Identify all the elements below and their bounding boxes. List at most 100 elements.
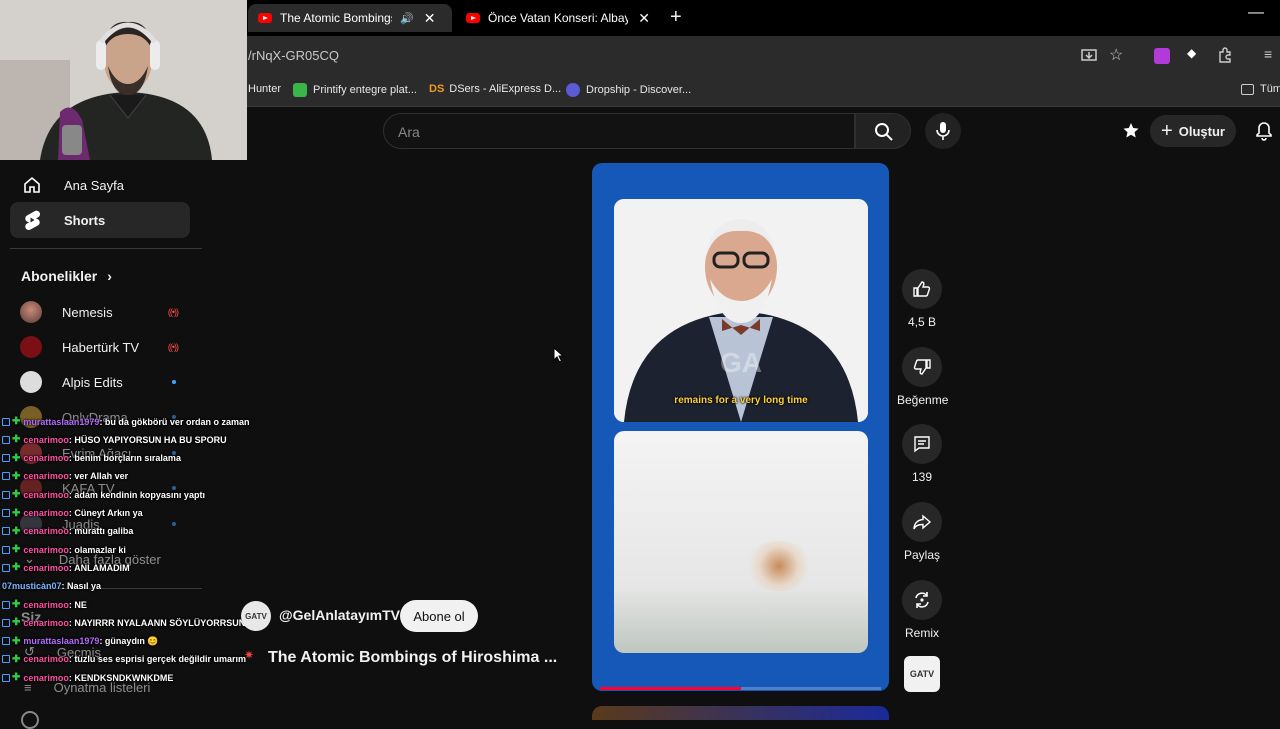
chat-text: : bu da gökbörü ver ordan o zaman [99,416,250,427]
voice-search-button[interactable] [925,113,961,149]
folder-icon [1241,83,1254,95]
audio-source-thumbnail[interactable]: GATV [904,656,940,692]
bookmark-label: Tüm [1260,83,1280,95]
speaker-video-image [614,199,868,422]
dislike-button[interactable]: Beğenme [897,347,948,407]
video-progress-track[interactable] [600,687,881,690]
chat-username: cenarimoo [23,544,69,555]
badge-icon [2,417,10,426]
microphone-icon [936,122,950,140]
plus-icon: + [1161,119,1173,142]
create-label: Oluştur [1178,123,1225,139]
bookmark-label: Dropship - Discover... [586,84,692,96]
sidebar-item-home[interactable]: Ana Sayfa [10,167,190,203]
plus-badge-icon: ✚ [12,544,21,556]
search-icon [875,123,893,141]
subscribe-button[interactable]: Abone ol [400,600,478,632]
channel-name[interactable]: @GelAnlatayımTV [279,607,400,623]
badge-icon [2,509,10,517]
sidebar-item-shorts[interactable]: Shorts [10,202,190,238]
live-indicator-icon: ((•)) [167,342,179,352]
chat-text: : benim borçların sıralama [68,453,181,464]
subscription-alpis-edits[interactable]: Alpis Edits [10,365,190,399]
bookmark-label: Printify entegre plat... [313,84,417,96]
share-button[interactable]: Paylaş [901,502,943,562]
chat-text: : günaydın 😊 [99,635,159,646]
bookmark-label: Hunter [248,83,282,95]
shorts-icon [20,209,44,231]
chat-username: cenarimoo [23,562,69,573]
chat-text: : olamazlar ki [68,544,126,555]
chat-text: : ver Allah ver [68,471,129,482]
plus-badge-icon: ✚ [12,525,21,537]
live-indicator-icon: ((•)) [167,307,179,317]
search-input[interactable]: Ara [383,113,855,149]
chat-message: ✚ cenarimoo : ver Allah ver [2,471,128,482]
mouse-cursor-icon [553,347,565,363]
close-tab-icon[interactable]: ✕ [638,10,650,27]
minimize-icon[interactable]: — [1248,4,1264,22]
badge-icon [2,655,10,664]
printify-icon [293,83,307,97]
streamer-webcam-image [0,0,247,160]
chat-message: ✚ cenarimoo : HÜSO YAPIYORSUN HA BU SPORU [2,434,227,445]
avatar [20,371,42,393]
short-video-player[interactable]: GA remains for a very long time [592,163,889,691]
shorts-create-icon[interactable] [1121,121,1141,141]
remix-button[interactable]: Remix [901,580,943,640]
subscription-label: Nemesis [62,304,113,320]
speaker-icon[interactable]: 🔊 [400,12,414,25]
video-title[interactable]: The Atomic Bombings of Hiroshima ... [268,649,557,667]
comments-button[interactable]: 139 [901,424,943,484]
subscriptions-header[interactable]: Abonelikler › [21,268,112,284]
tab-once-vatan[interactable]: Önce Vatan Konseri: Albay Erha ✕ [456,4,660,32]
reading-list-icon[interactable]: ≡ [1264,46,1272,62]
create-button[interactable]: + Oluştur [1150,115,1236,147]
extension-diamond-icon[interactable]: ◆ [1187,46,1196,60]
close-tab-icon[interactable]: ✕ [424,10,436,27]
chat-message: ✚ cenarimoo : ANLAMADIM [2,562,130,573]
chat-message: ✚ cenarimoo : murattı galiba [2,526,133,537]
chat-message: ✚ murattaslaan1979 : bu da gökbörü ver or… [2,416,249,427]
dsers-icon: DS [429,83,445,95]
plus-badge-icon: ✚ [12,672,21,684]
search-button[interactable] [855,113,911,149]
plus-badge-icon: ✚ [12,617,21,629]
badge-icon [2,618,10,627]
badge-icon [2,563,10,572]
install-app-icon[interactable] [1081,48,1097,64]
next-short-preview[interactable] [592,706,889,720]
badge-icon [2,545,10,554]
badge-icon [2,673,10,682]
subscription-nemesis[interactable]: Nemesis ((•)) [10,295,190,329]
notifications-bell-icon[interactable] [1254,121,1274,141]
bookmark-star-icon[interactable]: ☆ [1109,45,1123,65]
bookmark-dsers[interactable]: DS DSers - AliExpress D... [429,83,561,95]
extensions-puzzle-icon[interactable] [1217,47,1233,63]
tab-atomic-bombings[interactable]: The Atomic Bombings o 🔊 ✕ [248,4,452,32]
channel-avatar[interactable]: GATV [241,601,271,631]
chat-text: : HÜSO YAPIYORSUN HA BU SPORU [68,434,227,445]
avatar [20,301,42,323]
chat-username: cenarimoo [23,508,69,518]
plus-badge-icon: ✚ [12,653,21,665]
sparkle-icon: ✷ [244,648,255,662]
bookmark-hunter[interactable]: Hunter [248,83,281,95]
share-label: Paylaş [903,548,941,562]
subscription-label: Habertürk TV [62,339,140,355]
thumbs-up-icon [902,269,942,309]
chat-username: cenarimoo [23,434,69,445]
chat-text: : murattı galiba [68,526,134,537]
sidebar-divider [10,248,202,249]
bookmark-dropship[interactable]: Dropship - Discover... [566,83,691,97]
bookmark-printify[interactable]: Printify entegre plat... [293,83,417,97]
share-icon [902,502,942,542]
like-button[interactable]: 4,5 B [901,269,943,329]
chat-message: ✚ murattaslaan1979 : günaydın 😊 [2,636,159,647]
extension-icon[interactable] [1154,48,1170,64]
subscription-haberturk[interactable]: Habertürk TV ((•)) [10,330,190,364]
new-tab-icon[interactable]: + [670,6,682,29]
bookmark-all-folder[interactable]: Tüm [1241,83,1280,95]
url-field[interactable]: /rNqX-GR05CQ [248,48,339,63]
chat-username: cenarimoo [23,617,69,628]
